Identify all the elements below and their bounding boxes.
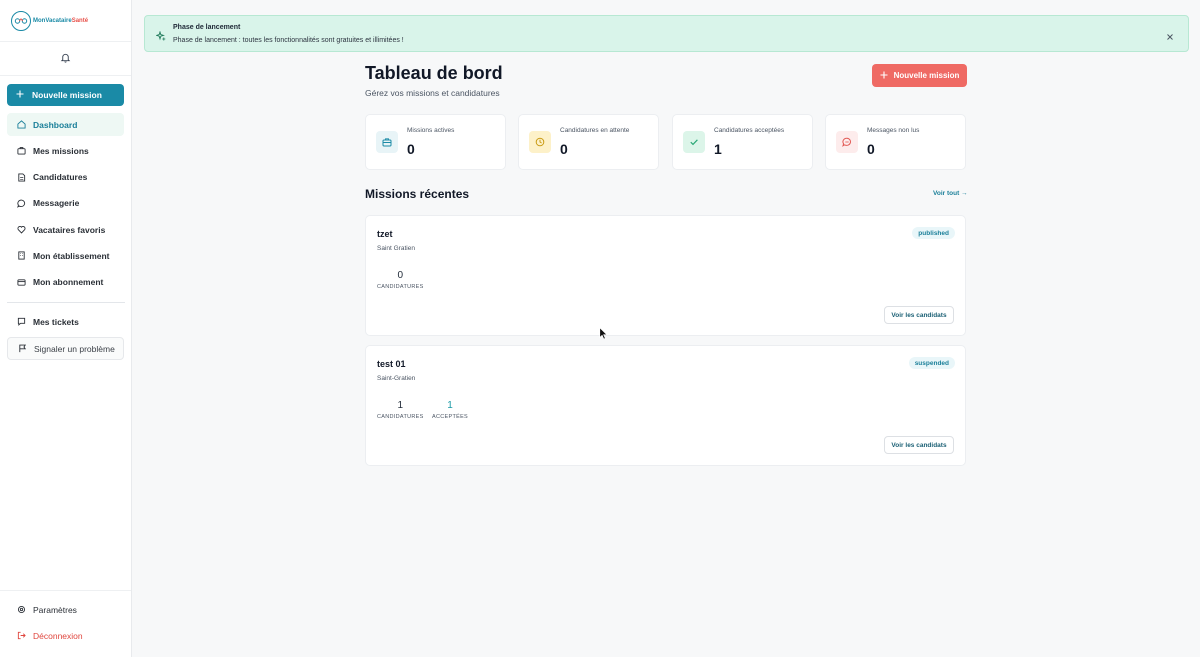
home-icon xyxy=(16,120,26,130)
stat-label: CANDIDATURES xyxy=(377,414,424,420)
sidebar-item-messagerie[interactable]: Messagerie xyxy=(7,192,124,215)
stat-card-missions-actives: Missions actives 0 xyxy=(365,114,506,170)
page-title: Tableau de bord xyxy=(365,63,503,83)
card-icon xyxy=(16,277,26,287)
sidebar-item-label: Dashboard xyxy=(33,119,78,130)
stat-label: ACCEPTÉES xyxy=(432,414,469,420)
mission-stat-candidatures: 0 CANDIDATURES xyxy=(377,270,424,290)
mission-location: Saint-Gratien xyxy=(377,375,416,382)
launch-banner: Phase de lancement Phase de lancement : … xyxy=(144,15,1189,52)
mission-card[interactable]: test 01 Saint-Gratien suspended 1 CANDID… xyxy=(365,345,966,466)
sidebar-item-label: Candidatures xyxy=(33,172,88,183)
chat-icon xyxy=(836,131,858,153)
sidebar-item-candidatures[interactable]: Candidatures xyxy=(7,166,124,189)
check-icon xyxy=(683,131,705,153)
sidebar-nav: Dashboard Mes missions Candidatures Mess… xyxy=(7,113,124,297)
logout-icon xyxy=(16,631,26,641)
sidebar-item-mes-tickets[interactable]: Mes tickets xyxy=(7,310,124,333)
sparkle-icon xyxy=(155,28,166,46)
stat-label: Missions actives xyxy=(407,127,455,134)
clock-icon xyxy=(529,131,551,153)
sidebar-item-mon-abonnement[interactable]: Mon abonnement xyxy=(7,271,124,294)
sidebar-divider xyxy=(7,302,125,303)
banner-title: Phase de lancement xyxy=(173,24,241,31)
sidebar-item-dashboard[interactable]: Dashboard xyxy=(7,113,124,136)
mission-stat-acceptees: 1 ACCEPTÉES xyxy=(432,400,468,420)
mission-title: tzet xyxy=(377,229,393,239)
building-icon xyxy=(16,251,26,261)
sidebar-item-parametres[interactable]: Paramètres xyxy=(7,598,124,621)
heart-icon xyxy=(16,225,26,235)
stat-label: Candidatures acceptées xyxy=(714,127,785,134)
stat-label: Candidatures en attente xyxy=(560,127,630,134)
stat-card-messages-non-lus: Messages non lus 0 xyxy=(825,114,966,170)
stat-label: CANDIDATURES xyxy=(377,284,424,290)
stat-value: 0 xyxy=(867,141,875,157)
ticket-icon xyxy=(16,317,26,327)
sidebar-item-label: Mes tickets xyxy=(33,316,79,327)
briefcase-icon xyxy=(376,131,398,153)
sidebar-item-vacataires-favoris[interactable]: Vacataires favoris xyxy=(7,218,124,241)
chat-icon xyxy=(16,198,26,208)
new-mission-label: Nouvelle mission xyxy=(893,71,960,80)
status-badge: suspended xyxy=(908,357,955,369)
view-candidates-button[interactable]: Voir les candidats xyxy=(884,306,954,324)
sidebar-item-label: Mon établissement xyxy=(33,250,110,261)
stat-value: 0 xyxy=(407,141,415,157)
plus-icon xyxy=(880,71,888,81)
stat-value: 1 xyxy=(397,400,404,411)
view-candidates-button[interactable]: Voir les candidats xyxy=(884,436,954,454)
mission-title: test 01 xyxy=(377,359,406,369)
sidebar-new-mission-button[interactable]: Nouvelle mission xyxy=(7,84,124,106)
stat-value: 0 xyxy=(397,270,404,281)
sidebar-item-label: Signaler un problème xyxy=(34,343,115,354)
stat-card-candidatures-acceptees: Candidatures acceptées 1 xyxy=(672,114,813,170)
sidebar-item-label: Déconnexion xyxy=(33,630,83,641)
gear-icon xyxy=(16,605,26,615)
close-icon[interactable] xyxy=(1166,28,1174,46)
new-mission-label: Nouvelle mission xyxy=(32,90,102,100)
sidebar-support: Mes tickets Signaler un problème xyxy=(7,310,124,363)
recent-missions-title: Missions récentes xyxy=(365,187,470,201)
document-icon xyxy=(16,172,26,182)
sidebar-item-deconnexion[interactable]: Déconnexion xyxy=(7,624,124,647)
briefcase-icon xyxy=(16,146,26,156)
mission-stat-candidatures: 1 CANDIDATURES xyxy=(377,400,424,420)
flag-icon xyxy=(17,344,27,354)
see-all-link[interactable]: Voir tout → xyxy=(933,190,968,197)
mission-location: Saint Gratien xyxy=(377,245,415,252)
stat-value: 1 xyxy=(714,141,722,157)
sidebar-item-label: Mon abonnement xyxy=(33,277,104,288)
sidebar-item-label: Messagerie xyxy=(33,198,80,209)
stat-value: 0 xyxy=(560,141,568,157)
sidebar-bottom-divider xyxy=(0,590,131,591)
sidebar-item-label: Vacataires favoris xyxy=(33,224,106,235)
banner-text: Phase de lancement : toutes les fonction… xyxy=(173,37,404,44)
bell-icon[interactable] xyxy=(60,50,71,68)
stat-label: Messages non lus xyxy=(867,127,920,134)
new-mission-button[interactable]: Nouvelle mission xyxy=(872,64,967,87)
sidebar-item-mes-missions[interactable]: Mes missions xyxy=(7,139,124,162)
stat-card-candidatures-en-attente: Candidatures en attente 0 xyxy=(518,114,659,170)
mission-card[interactable]: tzet Saint Gratien published 0 CANDIDATU… xyxy=(365,215,966,336)
sidebar-item-mon-etablissement[interactable]: Mon établissement xyxy=(7,244,124,267)
status-badge: published xyxy=(912,227,955,239)
logo[interactable]: MonVacataireSanté xyxy=(0,0,131,42)
plus-icon xyxy=(16,90,24,100)
page-subtitle: Gérez vos missions et candidatures xyxy=(365,88,500,98)
mouse-cursor-icon xyxy=(599,327,608,345)
sidebar-item-label: Mes missions xyxy=(33,145,89,156)
logo-icon xyxy=(11,10,31,31)
report-problem-button[interactable]: Signaler un problème xyxy=(7,337,124,360)
stat-value: 1 xyxy=(447,400,453,411)
sidebar-item-label: Paramètres xyxy=(33,604,77,615)
logo-text: MonVacataireSanté xyxy=(33,17,89,24)
sidebar-bottom: Paramètres Déconnexion xyxy=(7,598,124,651)
